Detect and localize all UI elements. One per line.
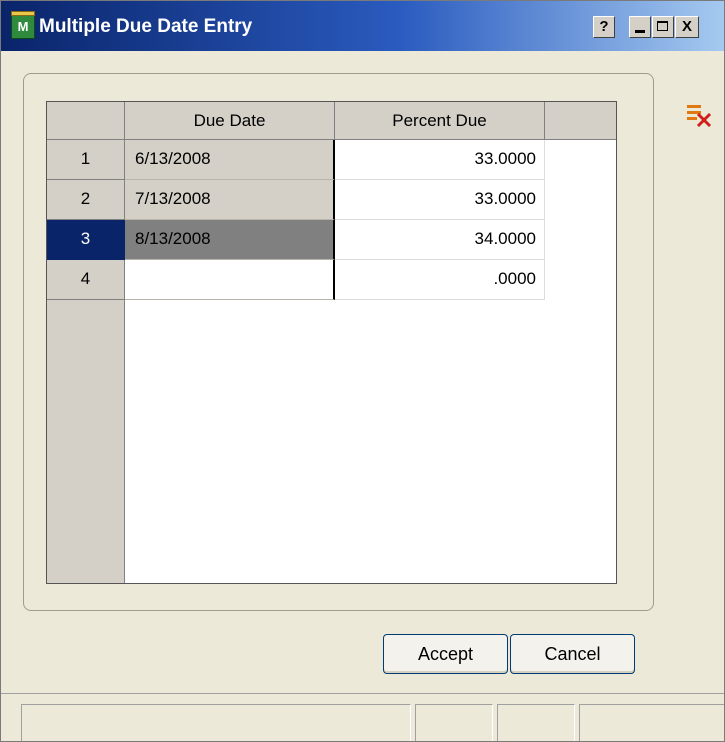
status-panel: [415, 704, 493, 741]
row-header[interactable]: 2: [47, 180, 125, 220]
column-header-percent-due[interactable]: Percent Due: [335, 102, 545, 140]
app-icon: M: [11, 11, 35, 39]
accept-button[interactable]: Accept: [383, 634, 508, 674]
minimize-icon: [635, 30, 645, 33]
window-title: Multiple Due Date Entry: [39, 16, 253, 37]
percent-due-cell[interactable]: 34.0000: [335, 220, 545, 260]
status-bar: [1, 693, 724, 741]
row-header[interactable]: 1: [47, 140, 125, 180]
delete-row-icon[interactable]: [684, 99, 714, 129]
close-button[interactable]: X: [675, 16, 699, 38]
percent-due-cell[interactable]: 33.0000: [335, 140, 545, 180]
cancel-button[interactable]: Cancel: [510, 634, 635, 674]
due-date-grid[interactable]: Due Date Percent Due 1 6/13/2008 33.0000…: [46, 101, 617, 584]
column-header-filler: [545, 102, 616, 140]
due-date-cell-selected[interactable]: 8/13/2008: [125, 220, 335, 260]
row-header-selected[interactable]: 3: [47, 220, 125, 260]
due-date-cell[interactable]: 7/13/2008: [125, 180, 335, 220]
title-bar[interactable]: M Multiple Due Date Entry ? X: [1, 1, 724, 51]
minimize-button[interactable]: [629, 16, 651, 38]
help-button[interactable]: ?: [593, 16, 615, 38]
percent-due-cell[interactable]: 33.0000: [335, 180, 545, 220]
status-panel: [21, 704, 411, 741]
grid-corner[interactable]: [47, 102, 125, 140]
column-header-due-date[interactable]: Due Date: [125, 102, 335, 140]
maximize-button[interactable]: [652, 16, 674, 38]
maximize-icon: [657, 21, 668, 31]
percent-due-cell[interactable]: .0000: [335, 260, 545, 300]
row-header[interactable]: 4: [47, 260, 125, 300]
due-date-cell[interactable]: [125, 260, 335, 300]
due-date-cell[interactable]: 6/13/2008: [125, 140, 335, 180]
dialog-window: M Multiple Due Date Entry ? X Due Date P…: [0, 0, 725, 742]
status-panel: [497, 704, 575, 741]
status-panel: [579, 704, 724, 741]
